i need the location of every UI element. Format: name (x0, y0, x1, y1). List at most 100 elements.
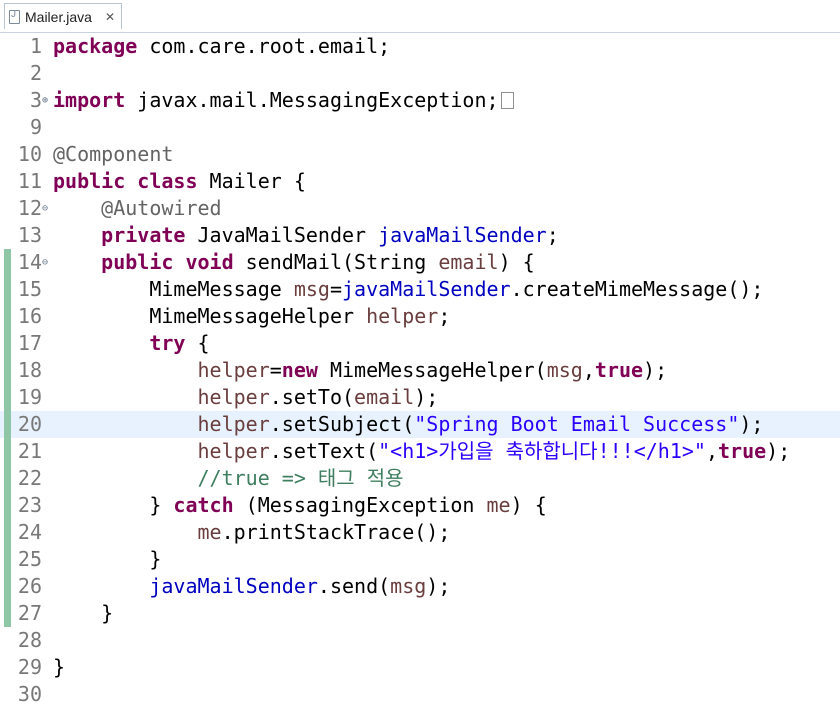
code-token: Mailer { (197, 169, 306, 193)
code-line[interactable]: 10 @Component (0, 141, 840, 168)
code-line[interactable]: 30 (0, 681, 840, 708)
line-number: 20 (17, 412, 42, 436)
code-line[interactable]: 12 ⊖ @Autowired (0, 195, 840, 222)
code-line[interactable]: 19 helper.setTo(email); (0, 384, 840, 411)
code-token: sendMail(String (233, 250, 439, 274)
line-number: 25 (17, 547, 42, 571)
code-token: javaMailSender (149, 574, 318, 598)
code-line[interactable]: 24 me.printStackTrace(); (0, 519, 840, 546)
line-number: 1 (29, 34, 42, 58)
code-token: helper (197, 385, 270, 409)
code-text: helper.setTo(email); (53, 384, 439, 411)
code-line[interactable]: 2 (0, 60, 840, 87)
code-line[interactable]: 20 helper.setSubject("Spring Boot Email … (0, 411, 840, 438)
code-text: //true => 태그 적용 (53, 465, 404, 492)
code-token: void (185, 250, 234, 274)
code-token: javax.mail.MessagingException; (125, 88, 499, 112)
code-token: package (53, 34, 138, 58)
code-token: ); (414, 385, 439, 409)
code-text: helper=new MimeMessageHelper(msg,true); (53, 357, 668, 384)
code-line[interactable]: 16 MimeMessageHelper helper; (0, 303, 840, 330)
change-marker (4, 384, 11, 411)
code-token: } (53, 655, 66, 679)
code-token: MimeMessage (53, 277, 294, 301)
code-token: MimeMessageHelper (53, 304, 367, 328)
code-text: helper.setText("<h1>가입을 축하합니다!!!</h1>",t… (53, 438, 791, 465)
code-line[interactable]: 22 //true => 태그 적용 (0, 465, 840, 492)
code-text: MimeMessageHelper helper; (53, 303, 450, 330)
code-line[interactable]: 13 private JavaMailSender javaMailSender… (0, 222, 840, 249)
close-icon[interactable]: ✕ (105, 10, 115, 24)
code-token: private (101, 223, 186, 247)
collapsed-region-icon[interactable] (500, 92, 514, 109)
change-marker (4, 276, 11, 303)
code-line[interactable]: 26 javaMailSender.send(msg); (0, 573, 840, 600)
code-token: ); (426, 574, 451, 598)
code-token: true (594, 358, 644, 382)
code-text: private JavaMailSender javaMailSender; (53, 222, 559, 249)
code-token: .setSubject( (269, 412, 415, 436)
fold-collapse-icon[interactable]: ⊖ (42, 195, 48, 222)
line-number: 26 (17, 574, 42, 598)
fold-collapse-icon[interactable]: ⊖ (42, 249, 48, 276)
code-line[interactable]: 1 package com.care.root.email; (0, 33, 840, 60)
fold-expand-icon[interactable]: ⊕ (42, 87, 48, 114)
code-token: , (582, 358, 595, 382)
code-token: true (718, 439, 767, 463)
code-token: try (149, 331, 186, 355)
code-token: .setTo( (269, 385, 355, 409)
change-marker (4, 546, 11, 573)
code-line[interactable]: 23 } catch (MessagingException me) { (0, 492, 840, 519)
code-token: public (53, 169, 126, 193)
code-token: helper (197, 412, 270, 436)
line-number: 17 (17, 331, 42, 355)
line-number: 9 (29, 115, 42, 139)
code-token: helper (366, 304, 439, 328)
code-token: //true => 태그 적용 (197, 466, 404, 490)
code-text: public void sendMail(String email) { (53, 249, 535, 276)
code-line[interactable]: 21 helper.setText("<h1>가입을 축하합니다!!!</h1>… (0, 438, 840, 465)
code-token: helper (197, 439, 270, 463)
code-line[interactable]: 14 ⊖ public void sendMail(String email) { (0, 249, 840, 276)
change-marker (4, 600, 11, 627)
line-number: 28 (17, 628, 42, 652)
change-marker (4, 411, 11, 438)
line-number: 29 (17, 655, 42, 679)
code-token: .createMimeMessage(); (510, 277, 764, 301)
line-number: 12 (17, 196, 42, 220)
code-line[interactable]: 27 } (0, 600, 840, 627)
code-editor[interactable]: 1 package com.care.root.email; 2 3 ⊕ import j… (0, 33, 840, 706)
line-number: 27 (17, 601, 42, 625)
line-number: 30 (17, 682, 42, 706)
code-text: import javax.mail.MessagingException; (53, 87, 514, 114)
code-line[interactable]: 29} (0, 654, 840, 681)
line-number: 23 (17, 493, 42, 517)
code-token: } (53, 493, 174, 517)
code-line[interactable]: 18 helper=new MimeMessageHelper(msg,true… (0, 357, 840, 384)
line-number: 19 (17, 385, 42, 409)
code-line[interactable]: 17 try { (0, 330, 840, 357)
code-token: catch (173, 493, 234, 517)
code-line[interactable]: 28 (0, 627, 840, 654)
code-token: ); (766, 439, 791, 463)
code-token: ); (643, 358, 668, 382)
code-token: = (329, 277, 342, 301)
code-line[interactable]: 25 } (0, 546, 840, 573)
tab-mailer-java[interactable]: Mailer.java ✕ (4, 3, 122, 29)
code-token: "Spring Boot Email Success" (414, 412, 740, 436)
code-text: package com.care.root.email; (53, 33, 390, 60)
change-marker (4, 492, 11, 519)
code-text: javaMailSender.send(msg); (53, 573, 450, 600)
code-token: email (354, 385, 415, 409)
code-line[interactable]: 9 (0, 114, 840, 141)
code-line[interactable]: 15 MimeMessage msg=javaMailSender.create… (0, 276, 840, 303)
code-text: } (53, 546, 161, 573)
code-line[interactable]: 3 ⊕ import javax.mail.MessagingException; (0, 87, 840, 114)
code-line[interactable]: 11 public class Mailer { (0, 168, 840, 195)
